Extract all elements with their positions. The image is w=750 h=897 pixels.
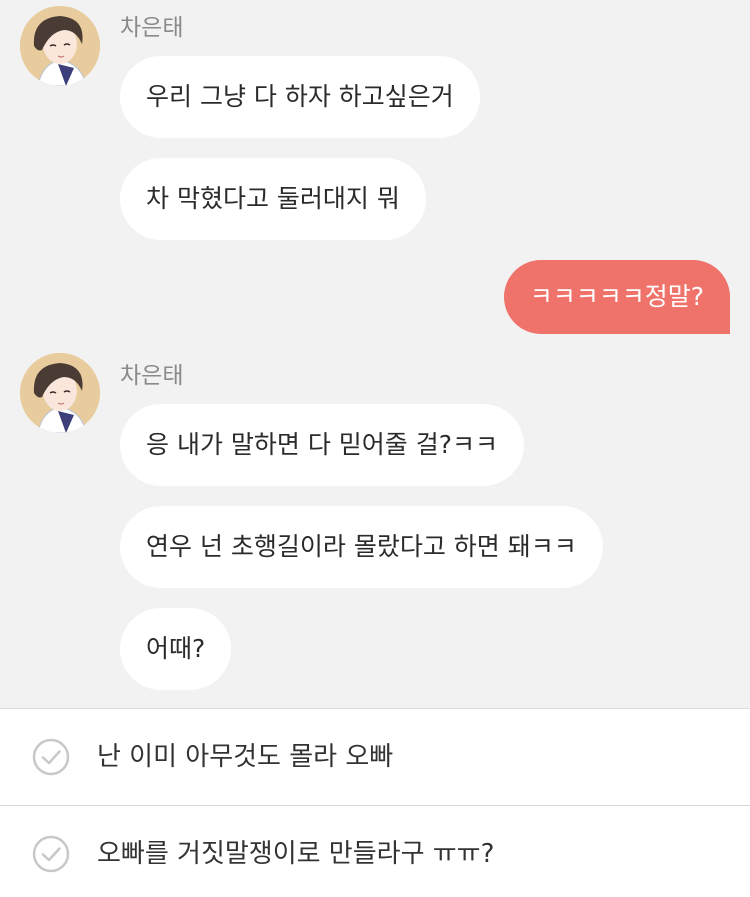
reply-choice-option[interactable]: 오빠를 거짓말쟁이로 만들라구 ㅠㅠ? <box>0 805 750 897</box>
reply-choice-label: 오빠를 거짓말쟁이로 만들라구 ㅠㅠ? <box>97 839 495 869</box>
contact-avatar[interactable] <box>20 6 100 86</box>
check-circle-icon <box>32 835 70 873</box>
outgoing-message-bubble: ㅋㅋㅋㅋㅋ정말? <box>503 260 730 334</box>
avatar-portrait-icon <box>20 6 100 86</box>
reply-choices-panel: 난 이미 아무것도 몰라 오빠 오빠를 거짓말쟁이로 만들라구 ㅠㅠ? <box>0 708 750 897</box>
chat-screen: 차은태 우리 그냥 다 하자 하고싶은거 차 막혔다고 둘러대지 뭐 ㅋㅋㅋㅋㅋ… <box>0 0 750 897</box>
incoming-message-bubble: 차 막혔다고 둘러대지 뭐 <box>120 158 426 240</box>
incoming-message-bubble: 응 내가 말하면 다 믿어줄 걸?ㅋㅋ <box>120 404 525 486</box>
avatar-portrait-icon <box>20 353 100 433</box>
contact-avatar[interactable] <box>20 353 100 433</box>
incoming-message-bubble: 연우 넌 초행길이라 몰랐다고 하면 돼ㅋㅋ <box>120 506 603 588</box>
check-circle-icon <box>32 738 70 776</box>
sender-name: 차은태 <box>120 15 184 41</box>
message-list[interactable]: 차은태 우리 그냥 다 하자 하고싶은거 차 막혔다고 둘러대지 뭐 ㅋㅋㅋㅋㅋ… <box>0 0 750 708</box>
reply-choice-option[interactable]: 난 이미 아무것도 몰라 오빠 <box>0 709 750 805</box>
reply-choice-label: 난 이미 아무것도 몰라 오빠 <box>97 742 394 772</box>
incoming-message-bubble: 우리 그냥 다 하자 하고싶은거 <box>120 56 480 138</box>
incoming-message-bubble: 어때? <box>120 608 232 690</box>
sender-name: 차은태 <box>120 363 184 389</box>
